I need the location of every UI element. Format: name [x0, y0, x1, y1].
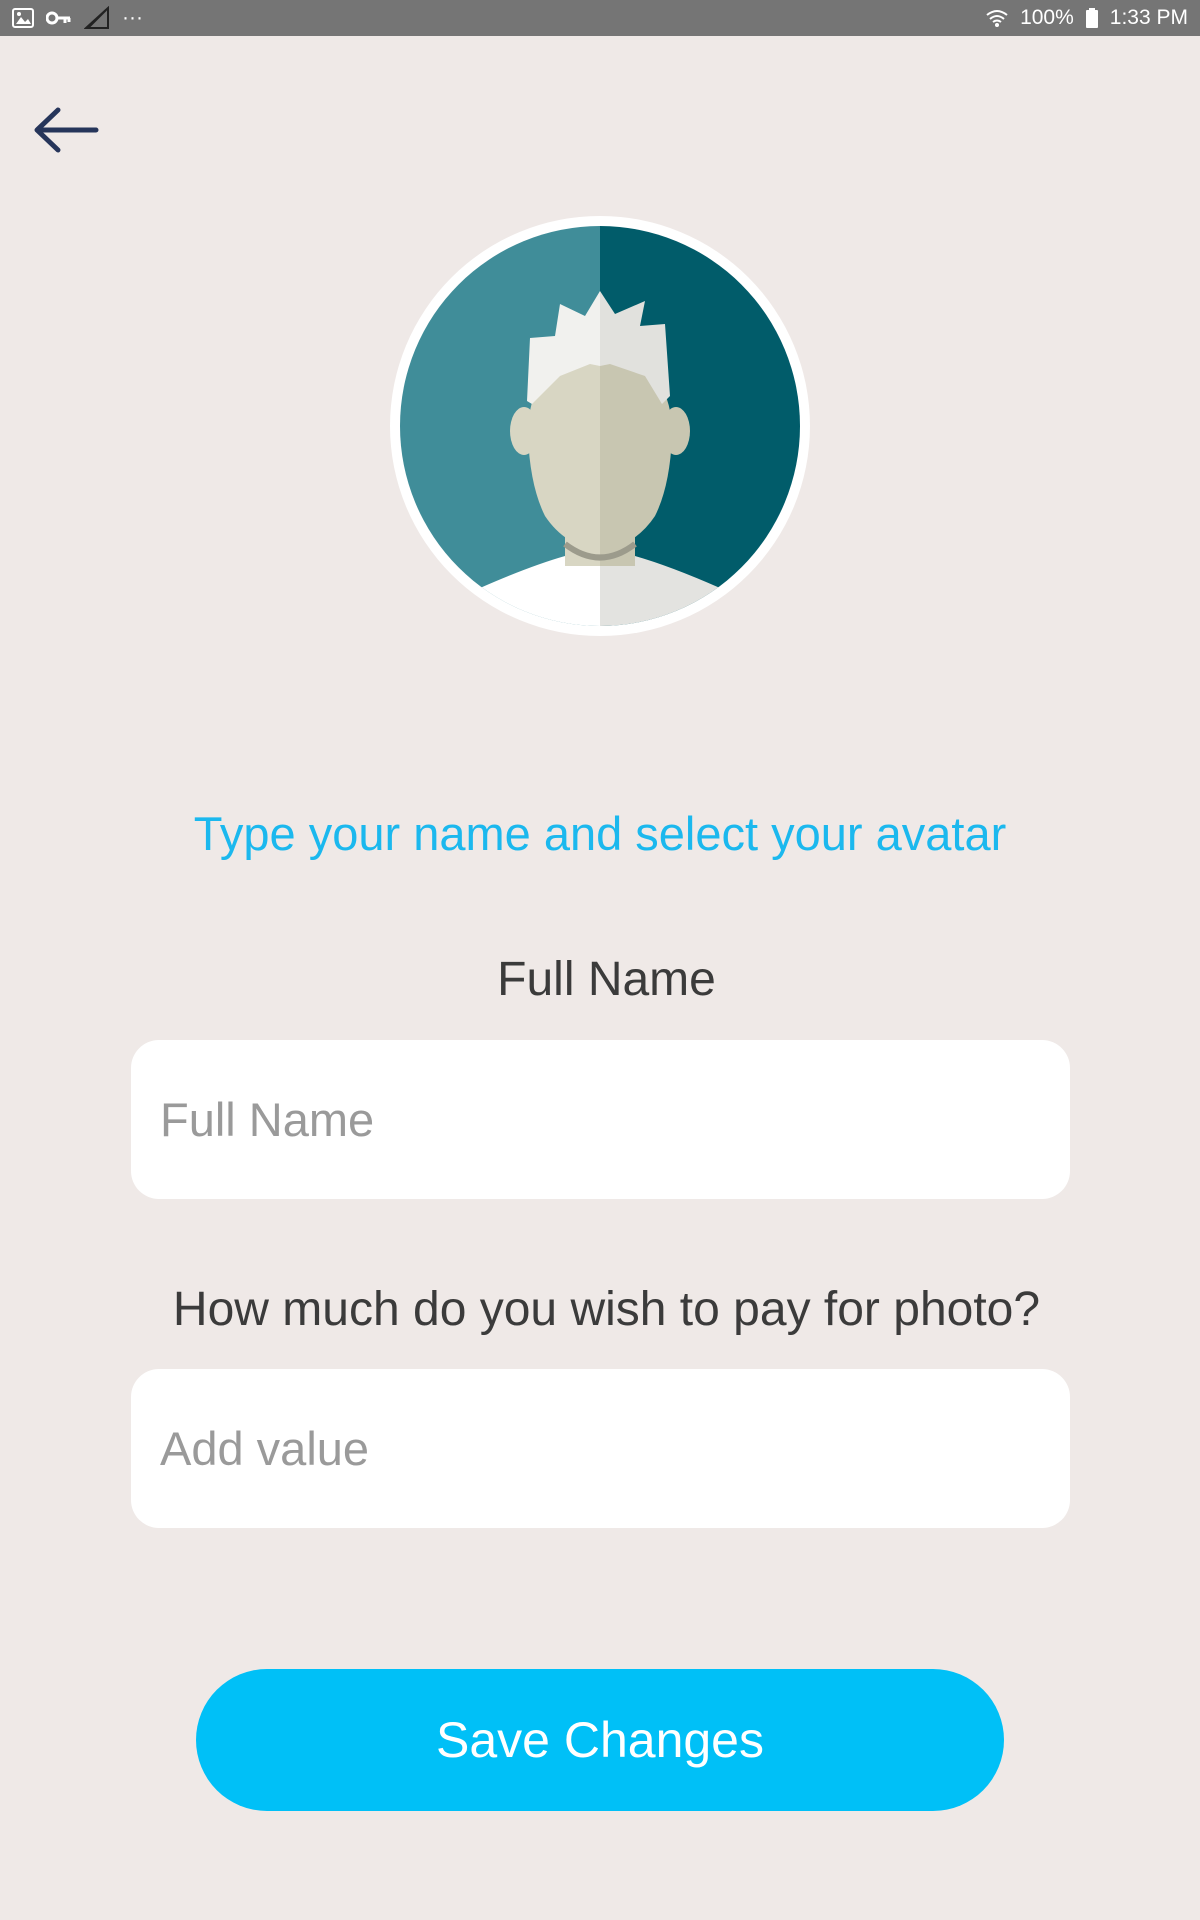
arrow-left-icon — [34, 107, 99, 153]
battery-percent: 100% — [1020, 6, 1074, 29]
status-bar: ··· 100% 1:33 PM — [0, 0, 1200, 36]
image-icon — [12, 8, 34, 28]
status-right: 100% 1:33 PM — [986, 6, 1188, 30]
back-button[interactable] — [30, 100, 102, 160]
status-left: ··· — [12, 6, 143, 30]
key-icon — [46, 10, 72, 26]
save-changes-button[interactable]: Save Changes — [196, 1669, 1004, 1811]
wifi-icon — [986, 9, 1008, 27]
photo-price-input[interactable] — [131, 1369, 1070, 1528]
signal-off-icon — [84, 6, 110, 30]
avatar-selector[interactable] — [390, 216, 810, 636]
full-name-input[interactable] — [131, 1040, 1070, 1199]
default-user-avatar — [400, 226, 800, 626]
more-icon: ··· — [122, 6, 143, 29]
battery-icon — [1085, 8, 1098, 28]
full-name-label: Full Name — [497, 953, 716, 1006]
status-time: 1:33 PM — [1109, 6, 1188, 29]
photo-price-label: How much do you wish to pay for photo? — [172, 1283, 1041, 1336]
avatar-prompt: Type your name and select your avatar — [193, 807, 1007, 860]
